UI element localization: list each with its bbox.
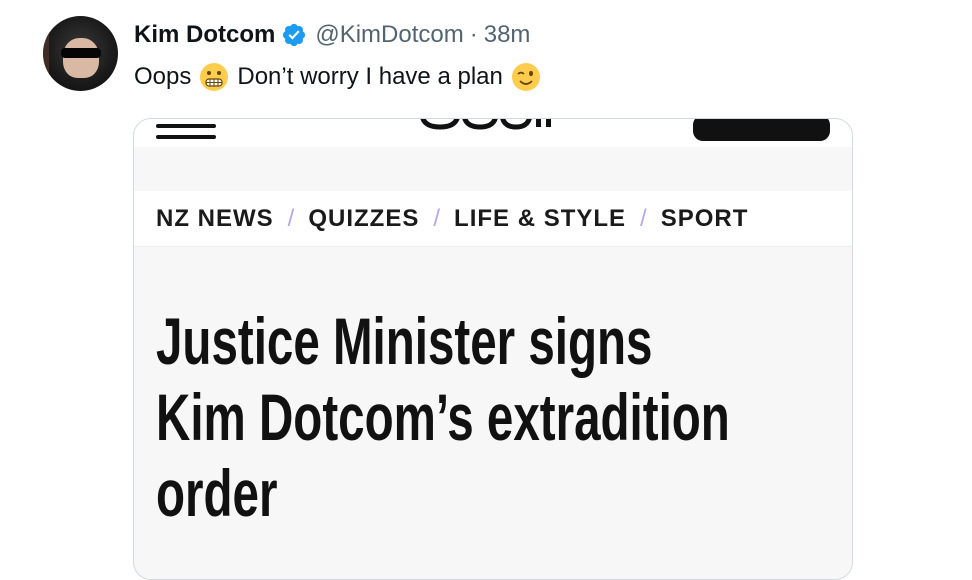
tweet[interactable]: Kim Dotcom @KimDotcom · 38m Oops Don’t w… [0,0,972,580]
hamburger-menu-icon [156,124,216,139]
author-name[interactable]: Kim Dotcom [134,21,275,49]
screenshot-topbar [134,119,852,147]
headline-line: Justice Minister signs [156,304,653,378]
headline-line: order [156,456,278,530]
site-logo-icon [420,119,551,130]
grimacing-face-icon [200,63,229,91]
nav-item-nz-news: NZ NEWS [156,204,274,232]
tweet-text-part1: Oops [134,63,192,90]
screenshot-nav-bar: NZ NEWS / QUIZZES / LIFE & STYLE / SPORT [134,191,852,247]
avatar-background [43,16,49,91]
winking-face-icon [511,63,540,91]
avatar-sunglasses [61,48,101,58]
nav-item-sport: SPORT [660,204,749,232]
nav-item-life-style: LIFE & STYLE [454,204,627,232]
avatar[interactable] [43,16,118,91]
tweet-header: Kim Dotcom @KimDotcom · 38m [134,19,530,51]
tweet-text-part2: Don’t worry I have a plan [237,63,503,90]
nav-separator: / [640,204,647,232]
tweet-media-image[interactable]: NZ NEWS / QUIZZES / LIFE & STYLE / SPORT… [133,118,853,580]
separator-dot: · [469,21,478,48]
tweet-text: Oops Don’t worry I have a plan [134,60,549,94]
nav-separator: / [433,204,441,232]
nav-item-quizzes: QUIZZES [308,204,420,232]
author-handle[interactable]: @KimDotcom [315,21,463,49]
tweet-timestamp[interactable]: 38m [484,21,531,49]
screenshot-header-button [693,119,830,141]
screenshot-article: Justice Minister signs Kim Dotcom’s extr… [134,247,852,579]
avatar-face [63,38,99,78]
verified-badge-icon[interactable] [281,22,307,48]
headline-line: Kim Dotcom’s extradition [156,380,730,454]
nav-separator: / [287,204,295,232]
article-headline: Justice Minister signs Kim Dotcom’s extr… [156,303,833,531]
